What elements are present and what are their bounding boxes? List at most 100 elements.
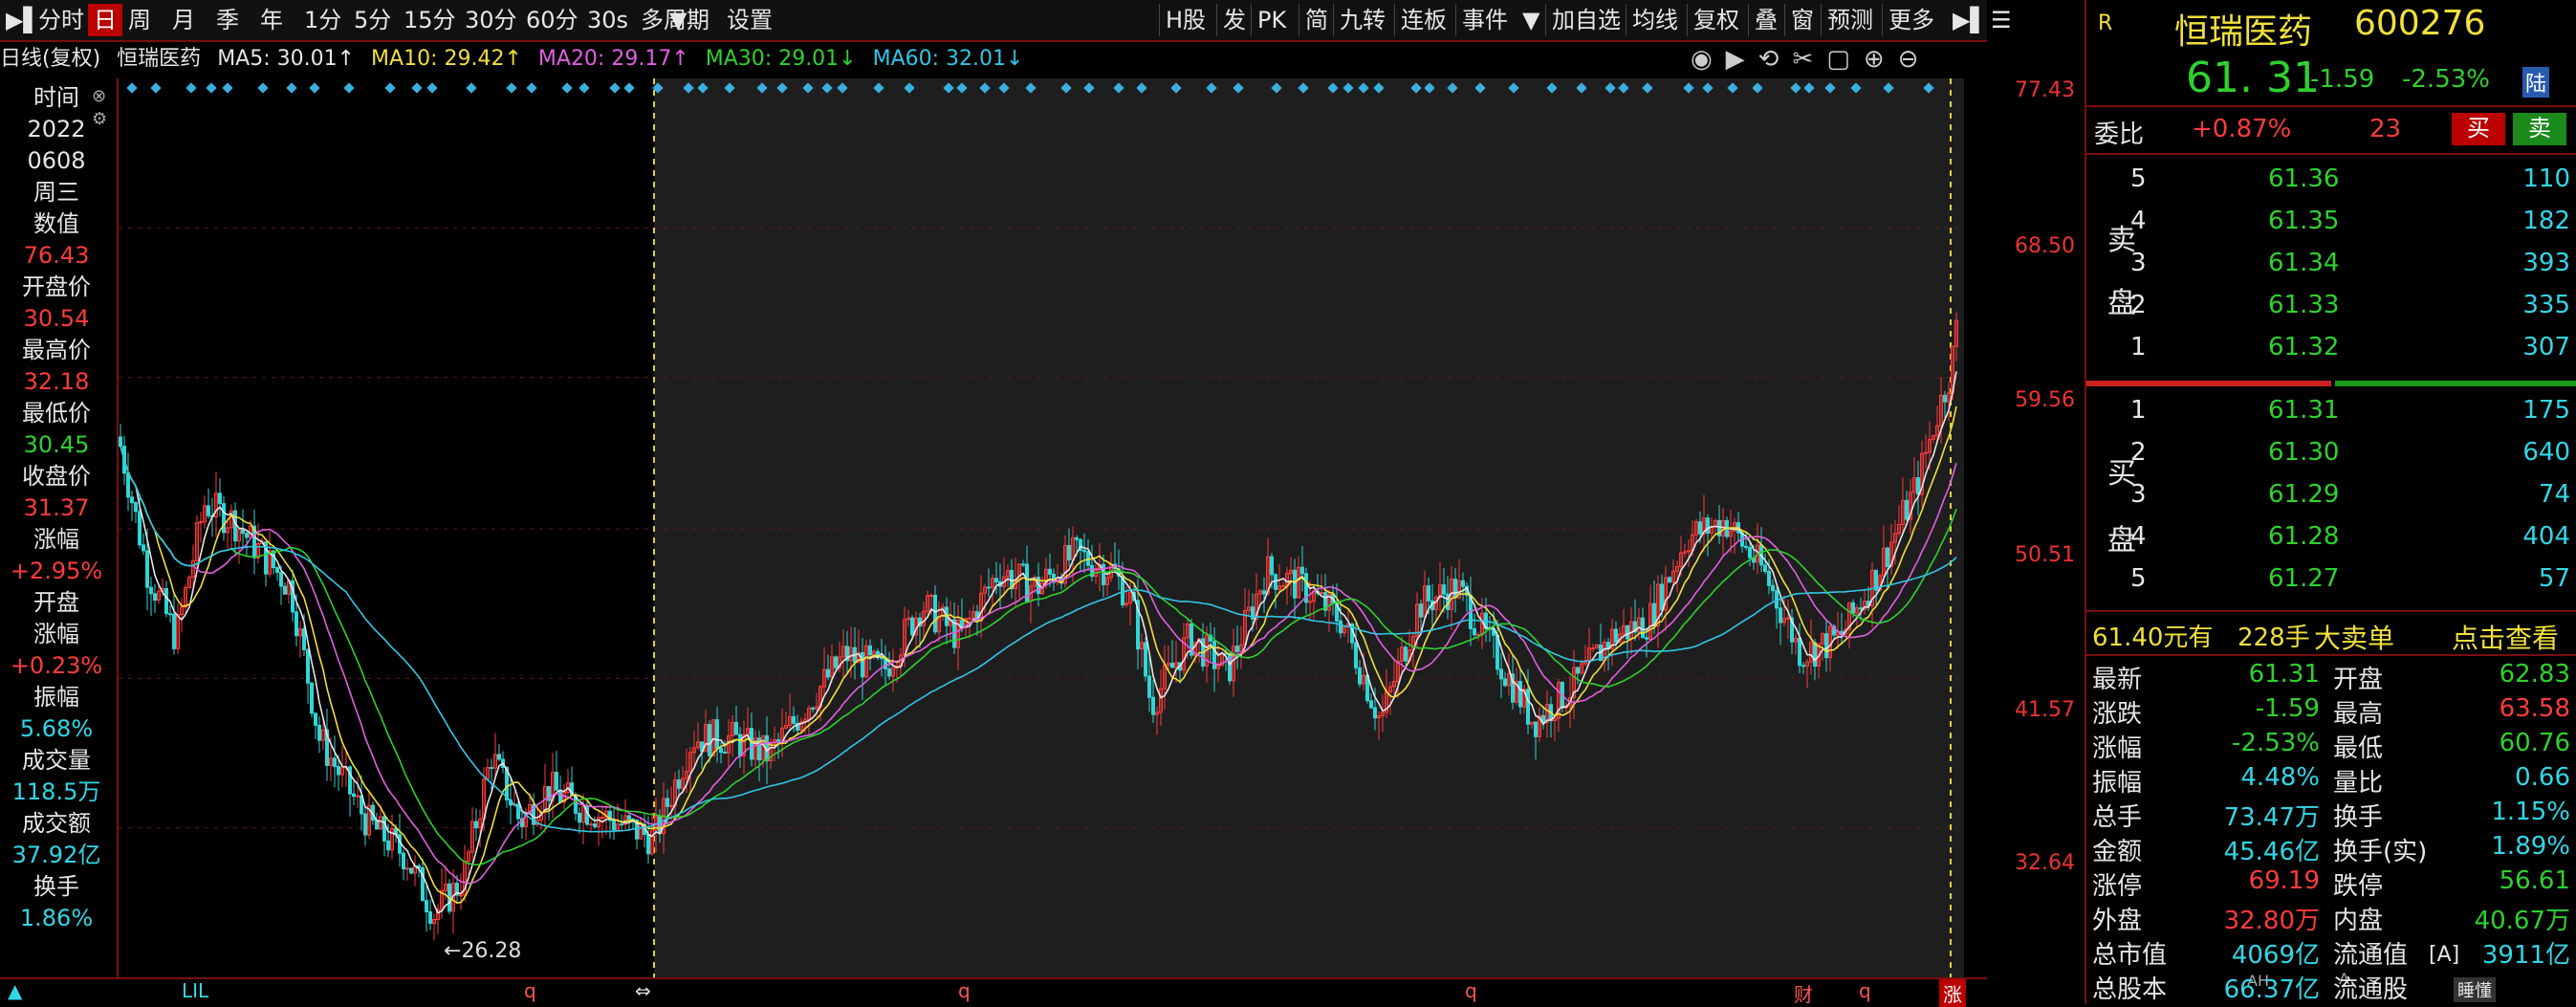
menu-icon[interactable]: ☰ [1985,4,2018,36]
candle-body [1320,592,1323,595]
bid-vol: 404 [2522,522,2570,551]
divider [2086,610,2576,612]
tool-button[interactable]: PK [1251,4,1292,36]
turnover-value: 1.86% [19,905,94,931]
price-change-pct: -2.53% [2402,65,2490,94]
candle-body [459,894,463,897]
amount-label: 成交额 [22,810,91,837]
tool-button[interactable]: 事件 [1455,4,1514,36]
period-tab[interactable]: 分时 [33,4,90,36]
period-tab[interactable]: 日 [88,4,122,36]
sell-button[interactable]: 卖 [2513,113,2566,145]
stat-l1: 金额 [2092,838,2143,866]
candle-body [302,628,306,650]
candle-body [310,682,314,714]
stat-v1: 45.46亿 [2223,838,2320,866]
ask-vol: 182 [2522,207,2570,235]
candle-body [138,511,142,546]
candle-body [352,793,356,798]
change-label: 涨幅 [33,526,79,553]
stat-v2: 60.76 [2499,729,2570,757]
bid-bar [2335,381,2576,386]
weicha-value: 23 [2369,115,2402,143]
gear-icon[interactable]: ⚙ [92,109,107,129]
candle-body [134,502,138,513]
ask-level: 3 [2130,249,2147,277]
stat-v1: -1.59 [2255,694,2320,723]
ask-price[interactable]: 61.36 [2268,164,2339,193]
candle-body [1668,577,1671,583]
ask-price[interactable]: 61.32 [2268,333,2339,361]
tool-button[interactable]: 叠 [1748,4,1783,36]
period-tab[interactable]: 1分 [298,4,347,36]
period-tab[interactable]: 15分 [398,4,462,36]
date-value: 0608 [27,147,86,174]
period-tab[interactable]: 设置 [721,4,778,36]
kline-chart[interactable]: ←26.28 [119,78,1964,977]
chevron-down-icon[interactable]: ▼ [664,4,692,36]
candle-body [1075,536,1079,540]
tool-button[interactable]: 加自选 [1545,4,1626,36]
divider [2086,105,2576,107]
tool-button[interactable]: 发 [1216,4,1252,36]
chart-mode[interactable]: 日线(复权) [0,47,100,71]
event-mark-4[interactable]: q [1465,979,1477,1002]
event-mark-3[interactable]: q [958,979,971,1002]
stat-l1: 振幅 [2092,769,2143,798]
candle-body [337,765,340,776]
bid-price[interactable]: 61.31 [2268,396,2339,425]
candle-body [149,586,153,595]
candle-body [425,900,428,913]
bid-price[interactable]: 61.28 [2268,522,2339,551]
amount-value: 37.92亿 [11,842,101,868]
candle-body [861,652,864,678]
event-mark-2[interactable]: q [524,979,536,1002]
exchange-tag[interactable]: 陆 [2522,67,2550,98]
bid-price[interactable]: 61.30 [2268,438,2339,467]
stat-l1: 总股本 [2092,975,2168,1004]
tool-button[interactable]: 连板 [1394,4,1452,36]
tool-button[interactable]: 均线 [1626,4,1684,36]
event-flag-icon: ▲ [8,979,23,1002]
buy-button[interactable]: 买 [2452,113,2505,145]
tool-button[interactable]: 复权 [1687,4,1745,36]
bigorder-action[interactable]: 点击查看 [2452,618,2559,656]
candle-body [1442,584,1446,595]
period-tab[interactable]: 5分 [348,4,397,36]
period-tab[interactable]: 60分 [520,4,584,36]
bid-price[interactable]: 61.27 [2268,564,2339,593]
ask-price[interactable]: 61.34 [2268,249,2339,277]
event-mark-1[interactable]: LIL [182,979,208,1002]
period-tab[interactable]: 季 [210,4,245,36]
period-tab[interactable]: 月 [166,4,201,36]
stat-v1: 73.47万 [2223,803,2320,832]
ask-price[interactable]: 61.35 [2268,207,2339,235]
event-mark-5[interactable]: 财 [1794,979,1813,1007]
bid-price[interactable]: 61.29 [2268,480,2339,509]
event-mark-6[interactable]: q [1859,979,1871,1002]
tool-button[interactable]: 更多 [1882,4,1940,36]
candle-body [1526,689,1530,725]
candle-body [428,911,432,924]
bid-level: 5 [2130,564,2147,593]
panel-toggle-icon[interactable]: ▶▌ [0,4,41,36]
period-tab[interactable]: 周 [122,4,157,36]
candle-body [1798,637,1801,667]
divider-handle-icon[interactable]: ⇔ [635,979,651,1002]
period-tab[interactable]: 30s [581,4,634,36]
period-tab[interactable]: 年 [254,4,289,36]
tool-button[interactable]: 窗 [1784,4,1820,36]
tool-button[interactable]: 预测 [1821,4,1879,36]
tool-button[interactable]: 九转 [1333,4,1391,36]
tool-button[interactable]: 简 [1299,4,1334,36]
ask-price[interactable]: 61.33 [2268,291,2339,319]
chart-control-icons[interactable]: ◉▶⟲✂▢⊕⊖ [1691,42,1932,77]
close-panel-icon[interactable]: ⊗ [92,86,106,106]
period-tab[interactable]: 30分 [459,4,523,36]
candle-body [333,757,337,767]
chevron-down-icon[interactable]: ▼ [1517,4,1545,36]
event-mark-7[interactable]: 涨 [1939,979,1966,1007]
tool-button[interactable]: H股 [1159,4,1212,36]
candle-body [1748,546,1752,558]
weibi-label: 委比 [2094,120,2145,149]
